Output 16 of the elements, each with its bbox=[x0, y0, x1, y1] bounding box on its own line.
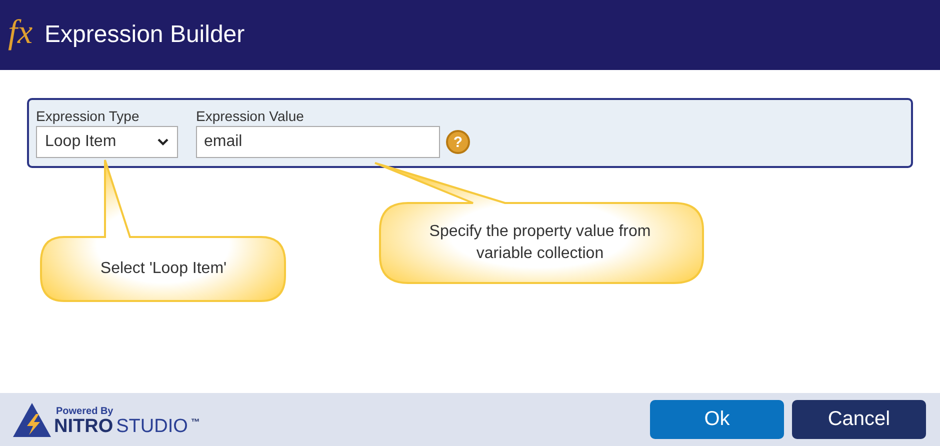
logo-icon bbox=[12, 402, 52, 438]
chevron-down-icon bbox=[157, 138, 169, 146]
ok-button[interactable]: Ok bbox=[650, 400, 784, 439]
powered-by-text: Powered By bbox=[56, 406, 114, 417]
trademark-mark: ™ bbox=[190, 416, 200, 427]
callout-text: Specify the property value from variable collection bbox=[428, 222, 652, 264]
expression-type-dropdown[interactable]: Loop Item bbox=[36, 126, 178, 158]
function-icon: fx bbox=[8, 16, 33, 50]
field-label: Expression Type bbox=[36, 108, 140, 124]
brand-name: STUDIO bbox=[116, 416, 188, 438]
field-label: Expression Value bbox=[196, 108, 305, 124]
window-title: Expression Builder bbox=[44, 21, 245, 49]
brand-name: NITRO bbox=[54, 416, 114, 438]
callout-text: Select 'Loop Item' bbox=[100, 258, 227, 279]
cancel-button[interactable]: Cancel bbox=[792, 400, 926, 439]
expression-value-field[interactable]: email bbox=[196, 126, 440, 158]
